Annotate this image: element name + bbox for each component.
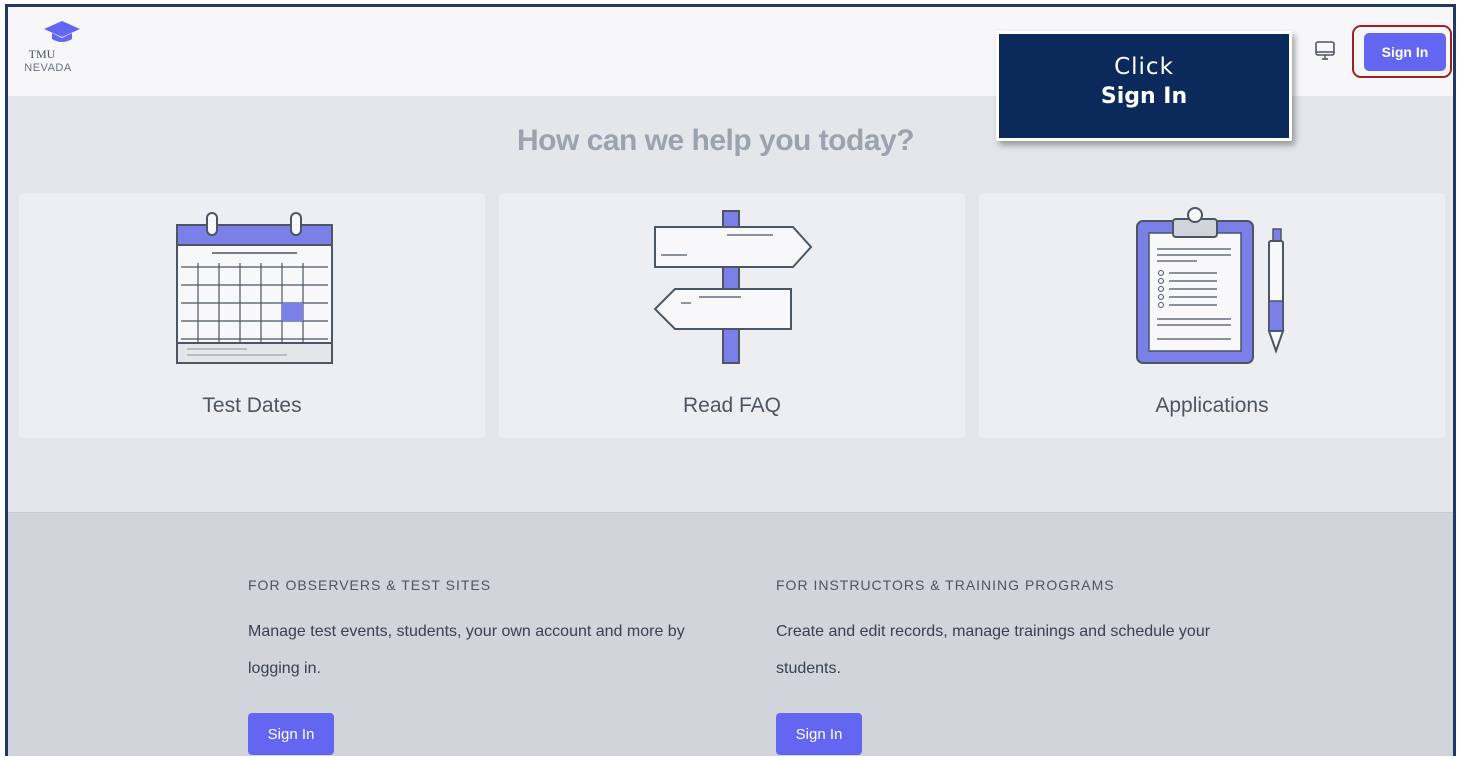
callout-line1: Click	[1114, 54, 1174, 80]
column-heading: FOR OBSERVERS & TEST SITES	[248, 577, 492, 593]
signpost-icon	[653, 210, 813, 364]
logo-text: TMU	[28, 47, 56, 61]
callout-line2: Sign In	[1100, 84, 1188, 109]
logo[interactable]: TMU NEVADA	[24, 19, 94, 74]
instructors-column: FOR INSTRUCTORS & TRAINING PROGRAMS Crea…	[776, 577, 1246, 755]
column-text: Create and edit records, manage training…	[776, 623, 1211, 677]
column-text: Manage test events, students, your own a…	[248, 623, 685, 677]
graduation-cap-icon	[44, 21, 80, 42]
card-read-faq[interactable]: Read FAQ	[499, 193, 965, 438]
logo-state: NEVADA	[24, 62, 72, 74]
monitor-icon[interactable]	[1314, 40, 1336, 62]
column-heading: FOR INSTRUCTORS & TRAINING PROGRAMS	[776, 577, 1115, 593]
card-art	[499, 205, 965, 365]
instructors-sign-in-button[interactable]: Sign In	[776, 713, 862, 755]
card-test-dates[interactable]: Test Dates	[19, 193, 485, 438]
page-title: How can we help you today?	[516, 124, 915, 157]
card-applications[interactable]: Applications	[979, 193, 1445, 438]
header-sign-in-button[interactable]: Sign In	[1364, 33, 1446, 71]
card-label: Read FAQ	[682, 394, 782, 417]
card-art	[979, 205, 1445, 365]
card-label: Applications	[1155, 394, 1269, 417]
calendar-icon	[176, 212, 333, 364]
card-art	[19, 205, 485, 365]
clipboard-icon	[1136, 207, 1285, 364]
sign-in-section: FOR OBSERVERS & TEST SITES Manage test e…	[8, 512, 1453, 756]
app-frame: TMU NEVADA Sign In Click Sign In How can…	[5, 4, 1456, 756]
observers-sign-in-button[interactable]: Sign In	[248, 713, 334, 755]
card-label: Test Dates	[202, 394, 302, 417]
observers-column: FOR OBSERVERS & TEST SITES Manage test e…	[248, 577, 718, 755]
